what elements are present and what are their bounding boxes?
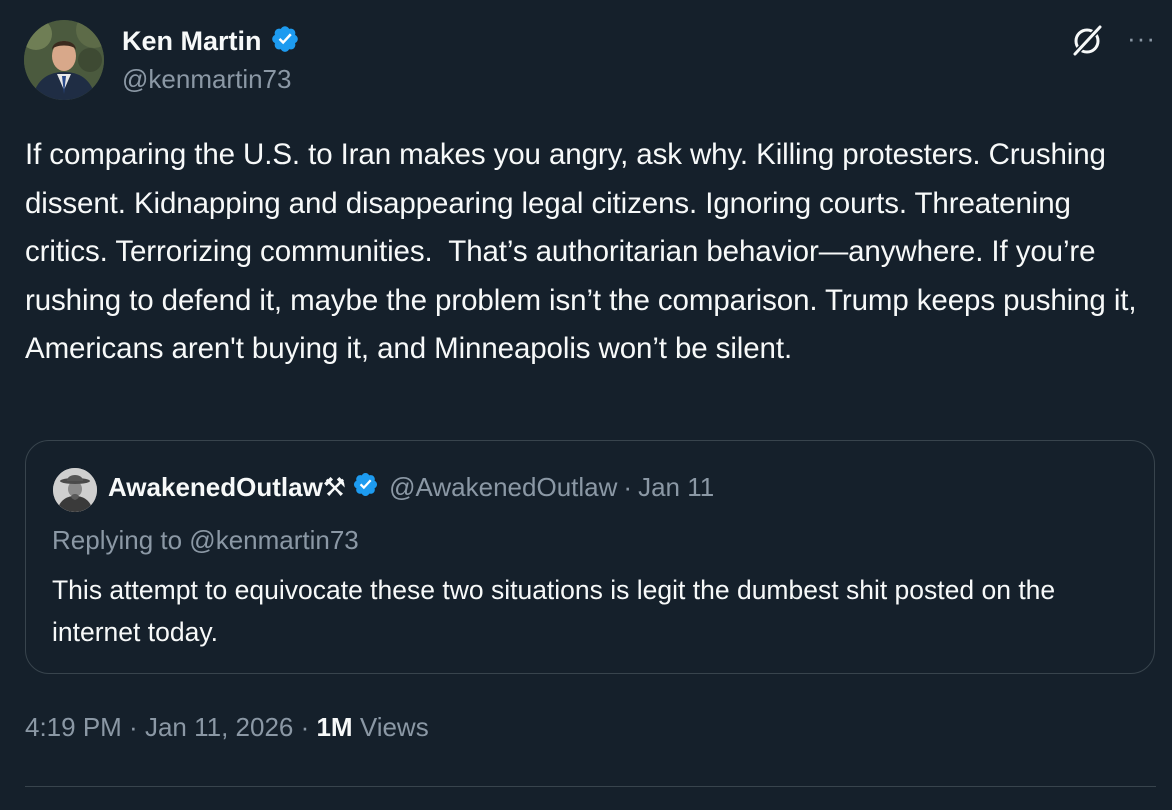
tweet-date[interactable]: Jan 11, 2026 (145, 712, 293, 742)
author-name-row: Ken Martin (122, 24, 300, 58)
quoted-tweet-text: This attempt to equivocate these two sit… (52, 575, 1056, 647)
quoted-author-avatar[interactable] (53, 468, 97, 512)
quoted-tweet[interactable]: AwakenedOutlaw⚒ @AwakenedOutlaw · Jan 11… (25, 440, 1155, 674)
tweet-text: If comparing the U.S. to Iran makes you … (25, 138, 1143, 366)
views-label: Views (359, 712, 429, 742)
views-count[interactable]: 1M (316, 712, 352, 742)
meta-separator-2: · (293, 712, 317, 742)
more-icon[interactable]: ··· (1127, 25, 1156, 51)
verified-badge-icon[interactable] (352, 471, 379, 503)
author-avatar-image (24, 20, 104, 100)
tweet-detail: Ken Martin @kenmartin73 ··· If comparing… (0, 0, 1172, 810)
quoted-replying-to: Replying to @kenmartin73 (52, 525, 359, 555)
tweet-meta: 4:19 PM · Jan 11, 2026 · 1M Views (25, 712, 429, 743)
grok-icon[interactable] (1069, 22, 1105, 63)
author-display-name[interactable]: Ken Martin (122, 26, 262, 57)
author-avatar[interactable] (24, 20, 104, 100)
author-block: Ken Martin @kenmartin73 (122, 24, 300, 95)
quoted-date[interactable]: Jan 11 (638, 472, 714, 503)
quoted-author-display-name[interactable]: AwakenedOutlaw⚒ (108, 472, 346, 503)
quoted-tweet-header: AwakenedOutlaw⚒ @AwakenedOutlaw · Jan 11 (108, 471, 714, 503)
quoted-separator: · (623, 471, 633, 502)
quoted-author-handle[interactable]: @AwakenedOutlaw (389, 472, 617, 503)
quoted-author-avatar-image (53, 468, 97, 512)
tweet-time[interactable]: 4:19 PM (25, 712, 122, 742)
tweet-actions-top: ··· (1069, 22, 1156, 63)
meta-separator-1: · (121, 712, 145, 742)
verified-badge-icon[interactable] (270, 24, 300, 59)
divider (25, 786, 1156, 787)
author-handle[interactable]: @kenmartin73 (122, 64, 300, 95)
